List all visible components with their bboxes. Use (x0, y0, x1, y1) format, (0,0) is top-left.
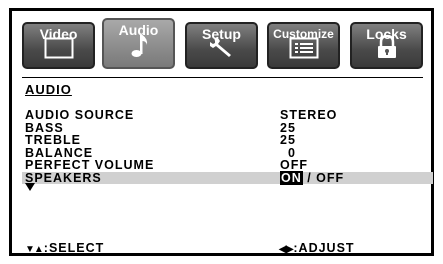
up-down-arrows-icon: ▼▲ (25, 244, 44, 255)
audio-menu-screen: Video Audio Setup Customize Locks AUDIO … (9, 8, 434, 256)
select-hint: ▼▲:SELECT (25, 241, 104, 255)
menu-tab-bar: Video Audio Setup Customize Locks (22, 18, 424, 75)
setting-row-bass[interactable]: BASS 25 (25, 121, 433, 135)
tab-customize[interactable]: Customize (267, 22, 340, 69)
tab-setup[interactable]: Setup (185, 22, 258, 69)
setting-label: SPEAKERS (25, 170, 102, 185)
setting-label: PERFECT VOLUME (25, 158, 155, 172)
tab-video[interactable]: Video (22, 22, 95, 69)
list-icon (289, 37, 319, 64)
adjust-hint: ◀▶:ADJUST (279, 241, 355, 255)
tab-divider-line (22, 77, 423, 78)
toggle-separator: / (302, 170, 317, 185)
setting-row-perfect-volume[interactable]: PERFECT VOLUME OFF (25, 159, 433, 172)
setting-row-speakers[interactable]: SPEAKERS ON / OFF (22, 170, 433, 185)
tab-locks[interactable]: Locks (350, 22, 423, 69)
setting-label: TREBLE (25, 133, 81, 147)
music-note-icon (127, 33, 151, 64)
wrench-icon (209, 35, 235, 64)
setting-row-audio-source[interactable]: AUDIO SOURCE STEREO (25, 109, 433, 122)
setting-value: STEREO (280, 108, 338, 122)
speakers-on-option[interactable]: ON (280, 170, 303, 185)
select-hint-label: :SELECT (43, 241, 105, 255)
monitor-icon (44, 37, 74, 64)
adjust-hint-label: :ADJUST (293, 241, 355, 255)
setting-label: AUDIO SOURCE (25, 108, 135, 122)
padlock-icon (376, 34, 398, 64)
setting-value: 25 (280, 133, 296, 147)
setting-row-treble[interactable]: TREBLE 25 (25, 134, 433, 147)
tab-audio[interactable]: Audio (102, 18, 175, 69)
speakers-off-option[interactable]: OFF (316, 171, 344, 185)
speakers-toggle[interactable]: ON / OFF (280, 170, 344, 185)
settings-list: AUDIO SOURCE STEREO BASS 25 TREBLE 25 BA… (22, 109, 433, 185)
left-right-arrows-icon: ◀▶ (279, 244, 293, 255)
scroll-down-icon (25, 183, 35, 191)
page-title: AUDIO (25, 82, 72, 97)
